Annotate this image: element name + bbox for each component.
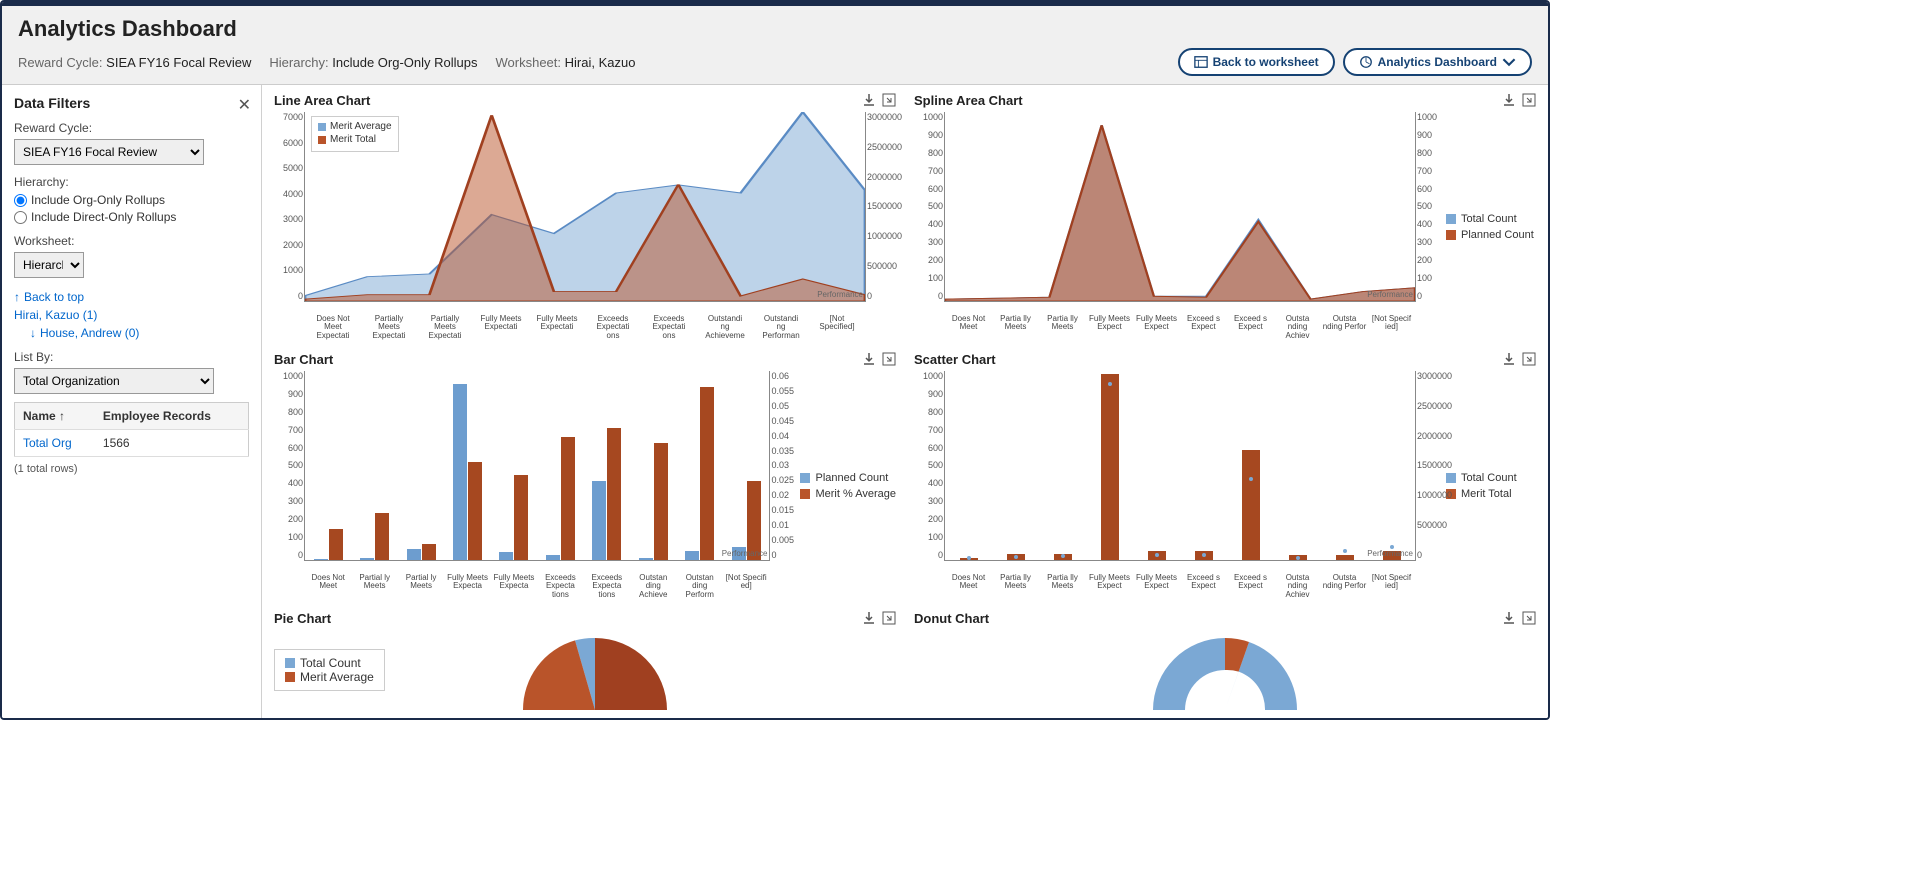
spline-area-chart: Spline Area Chart 0100200300400500600700… <box>914 93 1536 342</box>
expand-icon[interactable] <box>882 93 896 107</box>
plot-area: 01002003004005006007008009001000 0500000… <box>944 371 1416 561</box>
header: Analytics Dashboard Reward Cycle: SIEA F… <box>2 6 1548 85</box>
donut-chart: Donut Chart <box>914 611 1536 710</box>
download-icon[interactable] <box>1502 611 1516 625</box>
download-icon[interactable] <box>862 93 876 107</box>
chart-legend: Total Count Planned Count <box>1446 112 1536 342</box>
breadcrumb-label: Hierarchy: <box>269 55 328 70</box>
analytics-dashboard-button[interactable]: Analytics Dashboard <box>1343 48 1532 76</box>
employee-table: Name ↑ Employee Records Total Org 1566 <box>14 402 249 457</box>
sort-arrow-icon: ↑ <box>59 409 65 423</box>
page-title: Analytics Dashboard <box>18 16 1532 42</box>
expand-icon[interactable] <box>1522 93 1536 107</box>
expand-icon[interactable] <box>1522 352 1536 366</box>
chart-legend: Merit Average Merit Total <box>311 116 399 152</box>
col-header-name[interactable]: Name ↑ <box>15 403 95 430</box>
field-label: Worksheet: <box>14 234 249 248</box>
chart-legend: Total Count Merit Average <box>274 649 385 691</box>
row-count-label: (1 total rows) <box>14 463 249 475</box>
expand-icon[interactable] <box>882 352 896 366</box>
col-header-records[interactable]: Employee Records <box>95 403 249 430</box>
field-label: Hierarchy: <box>14 175 249 189</box>
breadcrumb-value: SIEA FY16 Focal Review <box>106 55 251 70</box>
arrow-up-icon: ↑ <box>14 290 20 304</box>
plot-area: 01002003004005006007008009001000 00.0050… <box>304 371 770 561</box>
bar-chart: Bar Chart 010020030040050060070080090010… <box>274 352 896 601</box>
field-label: Reward Cycle: <box>14 121 249 135</box>
back-to-worksheet-button[interactable]: Back to worksheet <box>1178 48 1335 76</box>
download-icon[interactable] <box>1502 93 1516 107</box>
dashboard-icon <box>1359 55 1373 69</box>
breadcrumb-value: Include Org-Only Rollups <box>332 55 477 70</box>
donut-svg <box>1125 630 1325 710</box>
pie-svg <box>485 630 705 710</box>
cell-count: 1566 <box>95 430 249 457</box>
chart-legend: Total Count Merit Total <box>1446 371 1536 601</box>
close-icon[interactable]: ✕ <box>238 95 251 115</box>
breadcrumb: Reward Cycle: SIEA FY16 Focal Review Hie… <box>18 55 635 70</box>
plot-area: Merit Average Merit Total 01000200030004… <box>304 112 866 302</box>
hierarchy-radio-direct[interactable]: Include Direct-Only Rollups <box>14 210 249 224</box>
chevron-down-icon <box>1502 55 1516 69</box>
back-to-top-link[interactable]: ↑ Back to top <box>14 290 249 304</box>
breadcrumb-value: Hirai, Kazuo <box>565 55 636 70</box>
scatter-chart: Scatter Chart 01002003004005006007008009… <box>914 352 1536 601</box>
expand-icon[interactable] <box>882 611 896 625</box>
tree-item-root[interactable]: Hirai, Kazuo (1) <box>14 308 249 322</box>
chart-legend: Planned Count Merit % Average <box>800 371 896 601</box>
pie-chart: Pie Chart Total Count Merit Average <box>274 611 896 710</box>
listby-select[interactable]: Total Organization <box>14 368 214 394</box>
breadcrumb-label: Worksheet: <box>496 55 562 70</box>
arrow-down-icon: ↓ <box>30 326 36 340</box>
download-icon[interactable] <box>862 611 876 625</box>
hierarchy-radio-org[interactable]: Include Org-Only Rollups <box>14 193 249 207</box>
expand-icon[interactable] <box>1522 611 1536 625</box>
field-label: List By: <box>14 350 249 364</box>
table-row[interactable]: Total Org 1566 <box>15 430 249 457</box>
filters-title: Data Filters <box>14 95 249 111</box>
line-area-chart: Line Area Chart Merit Average Merit Tota… <box>274 93 896 342</box>
download-icon[interactable] <box>1502 352 1516 366</box>
reward-cycle-select[interactable]: SIEA FY16 Focal Review <box>14 139 204 165</box>
plot-area: 01002003004005006007008009001000 0100200… <box>944 112 1416 302</box>
charts-area: Line Area Chart Merit Average Merit Tota… <box>262 85 1548 718</box>
worksheet-select[interactable]: Hierarchy <box>14 252 84 278</box>
download-icon[interactable] <box>862 352 876 366</box>
worksheet-icon <box>1194 55 1208 69</box>
tree-item-child[interactable]: ↓ House, Andrew (0) <box>30 326 249 340</box>
breadcrumb-label: Reward Cycle: <box>18 55 103 70</box>
cell-name[interactable]: Total Org <box>15 430 95 457</box>
app-frame: Analytics Dashboard Reward Cycle: SIEA F… <box>0 0 1550 720</box>
filters-panel: Data Filters ✕ Reward Cycle: SIEA FY16 F… <box>2 85 262 718</box>
